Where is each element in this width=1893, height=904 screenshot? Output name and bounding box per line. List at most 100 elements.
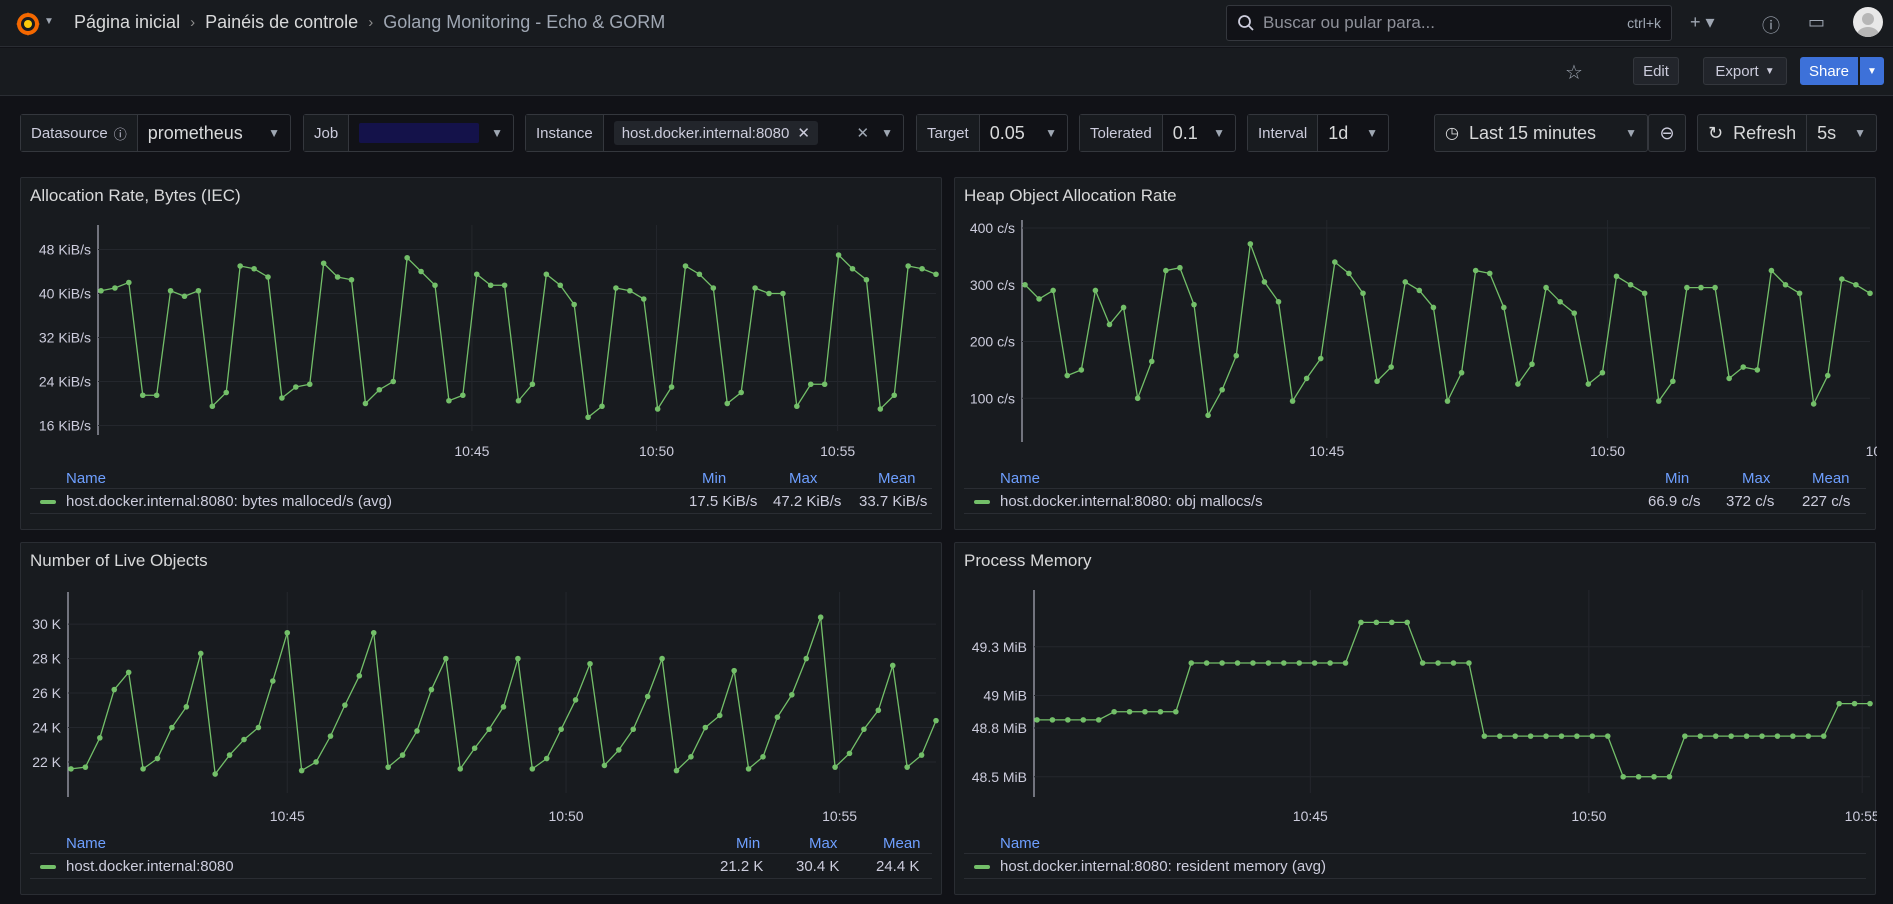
data-point[interactable]	[688, 754, 694, 760]
data-point[interactable]	[1219, 660, 1225, 666]
data-point[interactable]	[789, 691, 795, 698]
data-point[interactable]	[255, 724, 262, 731]
data-point[interactable]	[933, 271, 939, 278]
data-point[interactable]	[863, 276, 870, 283]
data-point[interactable]	[1543, 733, 1549, 739]
data-point[interactable]	[1289, 398, 1296, 404]
data-point[interactable]	[515, 397, 522, 404]
data-point[interactable]	[1142, 708, 1148, 715]
data-point[interactable]	[500, 704, 507, 710]
data-point[interactable]	[889, 662, 896, 669]
data-point[interactable]	[473, 271, 480, 278]
data-point[interactable]	[835, 252, 842, 258]
data-point[interactable]	[891, 392, 898, 399]
share-button[interactable]: Share	[1800, 57, 1858, 85]
data-point[interactable]	[97, 735, 103, 741]
legend-header-min[interactable]: Min	[702, 470, 726, 487]
data-point[interactable]	[1527, 733, 1534, 739]
data-point[interactable]	[270, 678, 276, 684]
refresh-interval[interactable]: 5s ▼	[1807, 115, 1876, 151]
data-point[interactable]	[1419, 660, 1426, 666]
chevron-down-icon[interactable]: ▼	[44, 16, 54, 27]
data-point[interactable]	[919, 265, 925, 272]
data-point[interactable]	[1824, 372, 1831, 379]
data-point[interactable]	[1311, 660, 1318, 666]
data-point[interactable]	[529, 766, 536, 772]
data-point[interactable]	[1472, 267, 1479, 274]
data-point[interactable]	[443, 655, 449, 662]
variable-datasource[interactable]: Datasource ⓘ prometheus ▼	[20, 114, 291, 152]
data-point[interactable]	[627, 287, 633, 294]
data-point[interactable]	[1327, 660, 1333, 666]
data-point[interactable]	[1177, 264, 1183, 271]
legend-header-max[interactable]: Max	[789, 470, 817, 487]
data-point[interactable]	[1712, 284, 1718, 291]
data-point[interactable]	[111, 686, 118, 693]
variable-job[interactable]: Job ▼	[303, 114, 514, 152]
data-point[interactable]	[875, 707, 882, 714]
data-point[interactable]	[1332, 259, 1338, 265]
data-point[interactable]	[98, 287, 104, 294]
data-point[interactable]	[169, 724, 175, 731]
data-point[interactable]	[1810, 401, 1817, 407]
legend-header-name[interactable]: Name	[1000, 470, 1040, 487]
panel-allocation-rate[interactable]: Allocation Rate, Bytes (IEC) 48 KiB/s 40 …	[20, 177, 942, 530]
data-point[interactable]	[342, 702, 348, 708]
data-point[interactable]	[1641, 290, 1648, 297]
data-point[interactable]	[1635, 773, 1642, 780]
data-point[interactable]	[515, 655, 521, 662]
data-point[interactable]	[1851, 700, 1858, 707]
data-point[interactable]	[279, 395, 285, 401]
data-point[interactable]	[68, 766, 74, 772]
data-point[interactable]	[181, 293, 188, 300]
data-point[interactable]	[1092, 287, 1099, 294]
data-point[interactable]	[716, 712, 723, 719]
data-point[interactable]	[1574, 733, 1580, 739]
search-input[interactable]: Buscar ou pular para... ctrl+k	[1226, 5, 1672, 41]
legend-header-name[interactable]: Name	[66, 835, 106, 852]
data-point[interactable]	[710, 285, 717, 291]
data-point[interactable]	[558, 726, 564, 733]
data-point[interactable]	[487, 282, 494, 289]
data-point[interactable]	[640, 296, 647, 302]
data-point[interactable]	[1728, 733, 1734, 739]
data-point[interactable]	[1684, 284, 1690, 291]
data-point[interactable]	[1022, 281, 1028, 288]
data-point[interactable]	[139, 392, 146, 399]
data-point[interactable]	[1373, 619, 1380, 626]
data-point[interactable]	[1205, 412, 1211, 419]
data-point[interactable]	[1430, 304, 1437, 311]
data-point[interactable]	[644, 693, 651, 700]
data-point[interactable]	[1543, 284, 1549, 291]
legend-header-mean[interactable]: Mean	[1812, 470, 1850, 487]
data-point[interactable]	[659, 655, 665, 662]
data-point[interactable]	[1666, 773, 1673, 780]
data-point[interactable]	[1670, 378, 1676, 385]
data-point[interactable]	[1303, 375, 1310, 382]
data-point[interactable]	[414, 728, 420, 734]
instance-chip[interactable]: host.docker.internal:8080 ✕	[613, 121, 818, 145]
data-point[interactable]	[1743, 733, 1750, 739]
data-point[interactable]	[1853, 281, 1859, 288]
variable-tolerated[interactable]: Tolerated 0.1 ▼	[1079, 114, 1236, 152]
data-point[interactable]	[1627, 281, 1634, 288]
data-point[interactable]	[1486, 270, 1493, 277]
data-point[interactable]	[918, 752, 925, 758]
data-point[interactable]	[1402, 279, 1409, 285]
data-point[interactable]	[1529, 361, 1535, 368]
data-point[interactable]	[1404, 619, 1411, 626]
data-point[interactable]	[390, 378, 397, 385]
data-point[interactable]	[1296, 660, 1303, 666]
data-point[interactable]	[1839, 276, 1845, 282]
star-icon[interactable]: ☆	[1565, 60, 1583, 85]
data-point[interactable]	[1458, 369, 1465, 376]
data-point[interactable]	[126, 279, 132, 286]
data-point[interactable]	[1234, 660, 1241, 666]
data-point[interactable]	[385, 764, 391, 770]
data-point[interactable]	[1219, 386, 1225, 393]
data-point[interactable]	[457, 766, 464, 772]
data-point[interactable]	[1501, 304, 1507, 311]
data-point[interactable]	[1651, 773, 1657, 780]
data-point[interactable]	[1358, 619, 1364, 626]
legend-header-mean[interactable]: Mean	[883, 835, 921, 852]
